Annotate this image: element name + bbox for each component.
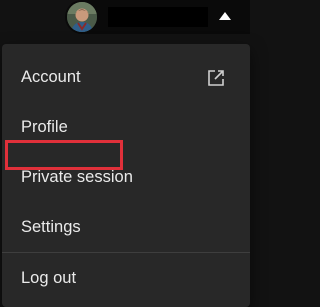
menu-item-log-out[interactable]: Log out — [2, 255, 250, 301]
caret-up-icon[interactable] — [219, 12, 231, 20]
menu-item-settings[interactable]: Settings — [2, 204, 250, 250]
menu-divider — [2, 252, 250, 253]
external-link-icon — [208, 70, 224, 86]
user-dropdown-menu: Account Profile Private session Settings… — [2, 44, 250, 307]
avatar-image — [67, 2, 97, 32]
top-bar — [0, 0, 250, 36]
settings-highlight-box — [5, 140, 123, 170]
menu-item-label: Log out — [21, 269, 77, 287]
menu-item-label: Settings — [21, 218, 81, 236]
user-avatar[interactable] — [67, 2, 97, 32]
menu-item-label: Account — [21, 68, 81, 86]
username-redacted — [108, 7, 208, 27]
menu-item-account[interactable]: Account — [2, 54, 250, 100]
